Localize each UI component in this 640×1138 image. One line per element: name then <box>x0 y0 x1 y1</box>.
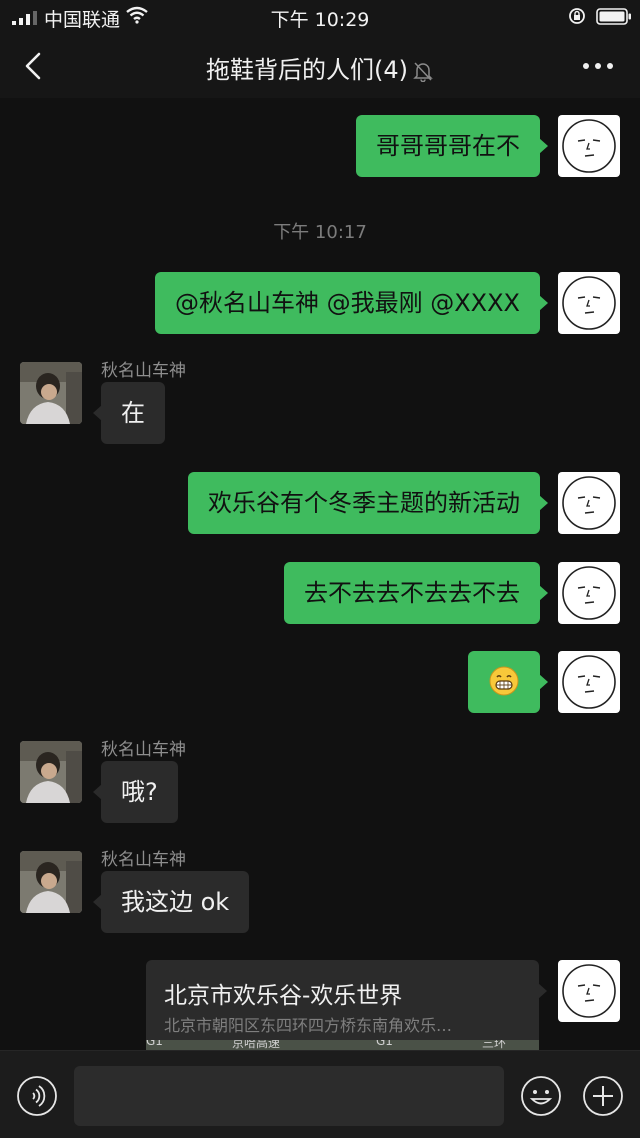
my-emoji-bubble[interactable] <box>468 651 548 713</box>
message-timestamp: 下午 10:17 <box>273 222 367 243</box>
sender-avatar[interactable] <box>20 851 82 913</box>
location-card-tail <box>538 983 547 999</box>
map-label: 三环 <box>482 1040 507 1050</box>
chat-messages[interactable]: 哥哥哥哥在不 下午 10:17 @秋名山车神 @我最刚 @XXXX 秋名山车神 … <box>0 98 640 1050</box>
message-row: 哥哥哥哥在不 <box>0 115 640 177</box>
my-avatar[interactable] <box>558 472 620 534</box>
chat-title: 拖鞋背后的人们(4) <box>206 56 408 84</box>
map-label: G1 <box>146 1040 163 1048</box>
sender-avatar[interactable] <box>20 362 82 424</box>
my-avatar[interactable] <box>558 272 620 334</box>
chat-title-group: 拖鞋背后的人们(4) <box>0 50 640 85</box>
status-time: 下午 10:29 <box>270 9 370 31</box>
sender-name: 秋名山车神 <box>101 850 186 870</box>
doodle-face-icon <box>562 655 616 709</box>
sender-name: 秋名山车神 <box>101 740 186 760</box>
nav-bar: 拖鞋背后的人们(4) <box>0 34 640 98</box>
message-row: 秋名山车神 在 <box>0 356 640 446</box>
doodle-face-icon <box>562 119 616 173</box>
their-message-bubble[interactable]: 在 <box>93 382 165 444</box>
message-row: @秋名山车神 @我最刚 @XXXX <box>0 272 640 334</box>
my-avatar[interactable] <box>558 115 620 177</box>
their-message-bubble[interactable]: 我这边 ok <box>92 871 250 933</box>
my-message-bubble[interactable]: 欢乐谷有个冬季主题的新活动 <box>188 472 548 534</box>
plus-icon[interactable] <box>582 1075 624 1117</box>
status-bar: 中国联通 下午 10:29 <box>0 0 640 34</box>
my-avatar[interactable] <box>558 960 620 1022</box>
message-row <box>0 651 640 713</box>
message-row: 秋名山车神 我这边 ok <box>0 845 640 935</box>
location-title: 北京市欢乐谷-欢乐世界 <box>164 983 403 1009</box>
map-label: G1 <box>376 1040 393 1048</box>
doodle-face-icon <box>562 964 616 1018</box>
my-message-bubble[interactable]: 哥哥哥哥在不 <box>356 115 548 177</box>
doodle-face-icon <box>562 276 616 330</box>
location-map-preview[interactable]: G1 京哈高速 G1 三环 <box>146 1040 539 1050</box>
sender-avatar[interactable] <box>20 741 82 803</box>
smiley-icon[interactable] <box>520 1075 562 1117</box>
message-row: 欢乐谷有个冬季主题的新活动 <box>0 472 640 534</box>
ellipsis-icon[interactable] <box>578 54 618 78</box>
my-avatar[interactable] <box>558 651 620 713</box>
person-photo-icon <box>20 362 82 424</box>
sender-name: 秋名山车神 <box>101 361 186 381</box>
my-message-bubble[interactable]: 去不去去不去去不去 <box>284 562 548 624</box>
message-row: 去不去去不去去不去 <box>0 562 640 624</box>
voice-icon[interactable] <box>16 1075 58 1117</box>
bell-slash-icon <box>413 62 433 82</box>
message-input[interactable] <box>74 1066 504 1126</box>
their-message-bubble[interactable]: 哦? <box>93 761 178 823</box>
my-avatar[interactable] <box>558 562 620 624</box>
person-photo-icon <box>20 741 82 803</box>
doodle-face-icon <box>562 476 616 530</box>
doodle-face-icon <box>562 566 616 620</box>
person-photo-icon <box>20 851 82 913</box>
location-card[interactable]: 北京市欢乐谷-欢乐世界 北京市朝阳区东四环四方桥东南角欢乐… <box>146 960 539 1050</box>
map-label: 京哈高速 <box>232 1040 281 1050</box>
grin-emoji-icon <box>489 666 519 696</box>
input-bar <box>0 1050 640 1138</box>
message-row: 秋名山车神 哦? <box>0 735 640 825</box>
my-message-bubble[interactable]: @秋名山车神 @我最刚 @XXXX <box>154 272 549 334</box>
orientation-lock-icon <box>569 8 585 24</box>
message-row: 北京市欢乐谷-欢乐世界 北京市朝阳区东四环四方桥东南角欢乐… G1 京哈高速 G… <box>0 960 640 1050</box>
location-address: 北京市朝阳区东四环四方桥东南角欢乐… <box>164 1016 453 1035</box>
battery-icon <box>596 8 631 25</box>
